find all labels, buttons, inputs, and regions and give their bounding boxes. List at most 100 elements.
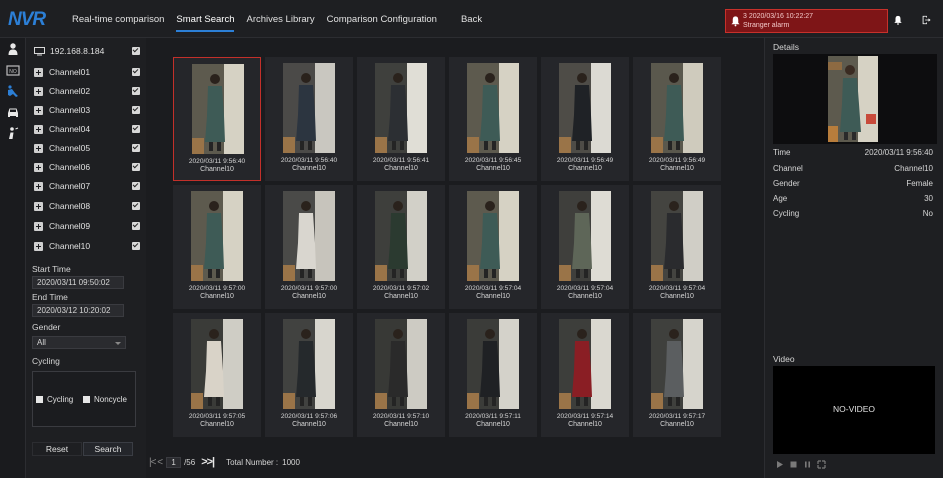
expand-icon[interactable]	[34, 143, 43, 153]
result-card[interactable]: 2020/03/11 9:56:49 Channel10	[633, 57, 721, 181]
channel-checkbox[interactable]	[132, 144, 140, 152]
play-icon[interactable]	[775, 460, 784, 469]
result-card[interactable]: 2020/03/11 9:57:11 Channel10	[449, 313, 537, 437]
first-prev-page-icon[interactable]: |< <	[149, 457, 163, 468]
result-card[interactable]: 2020/03/11 9:57:17 Channel10	[633, 313, 721, 437]
nav-realtime-comparison[interactable]: Real-time comparison	[72, 14, 164, 32]
person-icon[interactable]	[6, 42, 20, 56]
expand-icon[interactable]	[34, 124, 43, 134]
person-snapshot-image	[283, 191, 335, 281]
nav-archives-library[interactable]: Archives Library	[246, 14, 314, 32]
cycling-checkbox[interactable]	[36, 396, 43, 403]
vehicle-icon[interactable]	[6, 105, 20, 119]
channel-row[interactable]: Channel03	[34, 103, 140, 117]
end-time-input[interactable]: 2020/03/12 10:20:02	[32, 304, 124, 317]
channel-checkbox[interactable]	[132, 106, 140, 114]
logout-icon[interactable]	[921, 15, 931, 25]
person-snapshot-image	[651, 191, 703, 281]
person-snapshot-image	[192, 64, 244, 154]
result-card[interactable]: 2020/03/11 9:57:02 Channel10	[357, 185, 445, 309]
nav-smart-search[interactable]: Smart Search	[176, 14, 235, 32]
result-channel: Channel10	[660, 421, 694, 428]
channel-checkbox[interactable]	[132, 222, 140, 230]
result-card[interactable]: 2020/03/11 9:57:00 Channel10	[173, 185, 261, 309]
expand-icon[interactable]	[34, 162, 43, 172]
channel-checkbox[interactable]	[132, 242, 140, 250]
result-card[interactable]: 2020/03/11 9:56:41 Channel10	[357, 57, 445, 181]
expand-icon[interactable]	[34, 105, 43, 115]
nav-comparison-configuration[interactable]: Comparison Configuration	[327, 14, 437, 32]
channel-row[interactable]: Channel02	[34, 84, 140, 98]
result-card[interactable]: 2020/03/11 9:57:10 Channel10	[357, 313, 445, 437]
result-card[interactable]: 2020/03/11 9:57:04 Channel10	[633, 185, 721, 309]
result-time: 2020/03/11 9:57:06	[280, 413, 338, 420]
device-row[interactable]: 192.168.8.184	[34, 44, 140, 58]
channel-label: Channel01	[49, 67, 91, 77]
channel-checkbox[interactable]	[132, 163, 140, 171]
channel-row[interactable]: Channel04	[34, 122, 140, 136]
start-time-input[interactable]: 2020/03/11 09:50:02	[32, 276, 124, 289]
channel-row[interactable]: Channel05	[34, 141, 140, 155]
end-time-label: End Time	[32, 292, 68, 302]
result-channel: Channel10	[292, 293, 326, 300]
expand-icon[interactable]	[34, 181, 43, 191]
expand-icon[interactable]	[34, 67, 43, 77]
expand-icon[interactable]	[34, 201, 43, 211]
expand-icon[interactable]	[34, 221, 43, 231]
channel-checkbox[interactable]	[132, 182, 140, 190]
person-snapshot-image	[467, 191, 519, 281]
result-time: 2020/03/11 9:57:00	[280, 285, 338, 292]
device-checkbox[interactable]	[132, 47, 140, 55]
non-motor-vehicle-icon[interactable]	[6, 126, 20, 140]
result-card[interactable]: 2020/03/11 9:56:40 Channel10	[173, 57, 261, 181]
result-card[interactable]: 2020/03/11 9:56:40 Channel10	[265, 57, 353, 181]
result-card[interactable]: 2020/03/11 9:56:49 Channel10	[541, 57, 629, 181]
channel-row[interactable]: Channel07	[34, 179, 140, 193]
start-time-label: Start Time	[32, 264, 71, 274]
result-card[interactable]: 2020/03/11 9:57:14 Channel10	[541, 313, 629, 437]
channel-checkbox[interactable]	[132, 125, 140, 133]
channel-row[interactable]: Channel10	[34, 239, 140, 253]
channel-checkbox[interactable]	[132, 87, 140, 95]
bell-icon[interactable]	[893, 15, 903, 25]
stop-icon[interactable]	[789, 460, 798, 469]
stranger-alarm-notification[interactable]: 3 2020/03/16 10:22:27 Stranger alarm	[725, 9, 888, 33]
channel-label: Channel05	[49, 143, 91, 153]
result-channel: Channel10	[200, 293, 234, 300]
video-player[interactable]: NO-VIDEO	[773, 366, 935, 454]
gender-select[interactable]: All	[32, 336, 126, 349]
expand-icon[interactable]	[34, 241, 43, 251]
channel-row[interactable]: Channel08	[34, 199, 140, 213]
channel-row[interactable]: Channel01	[34, 65, 140, 79]
channel-row[interactable]: Channel06	[34, 160, 140, 174]
result-time: 2020/03/11 9:56:49	[648, 157, 706, 164]
pause-icon[interactable]	[803, 460, 812, 469]
result-channel: Channel10	[660, 165, 694, 172]
result-card[interactable]: 2020/03/11 9:57:05 Channel10	[173, 313, 261, 437]
person-snapshot-image	[828, 56, 878, 142]
noncycle-option[interactable]: Noncycle	[83, 395, 127, 404]
result-card[interactable]: 2020/03/11 9:56:45 Channel10	[449, 57, 537, 181]
result-channel: Channel10	[568, 165, 602, 172]
expand-icon[interactable]	[34, 86, 43, 96]
human-body-icon[interactable]	[6, 84, 20, 98]
result-card[interactable]: 2020/03/11 9:57:04 Channel10	[541, 185, 629, 309]
nav-back[interactable]: Back	[461, 14, 482, 32]
reset-button[interactable]: Reset	[32, 442, 82, 456]
next-last-page-icon[interactable]: >>|	[201, 456, 215, 468]
channel-checkbox[interactable]	[132, 68, 140, 76]
page-input[interactable]: 1	[166, 456, 182, 468]
search-button[interactable]: Search	[83, 442, 133, 456]
person-snapshot-image	[559, 63, 611, 153]
noncycle-checkbox[interactable]	[83, 396, 90, 403]
cycling-option[interactable]: Cycling	[36, 395, 73, 404]
total-number-label: Total Number :	[226, 457, 279, 467]
fullscreen-icon[interactable]	[817, 460, 826, 469]
channel-row[interactable]: Channel09	[34, 219, 140, 233]
result-card[interactable]: 2020/03/11 9:57:00 Channel10	[265, 185, 353, 309]
id-card-icon[interactable]: NO	[6, 63, 20, 77]
result-card[interactable]: 2020/03/11 9:57:06 Channel10	[265, 313, 353, 437]
result-card[interactable]: 2020/03/11 9:57:04 Channel10	[449, 185, 537, 309]
channel-checkbox[interactable]	[132, 202, 140, 210]
gender-label: Gender	[32, 322, 61, 332]
